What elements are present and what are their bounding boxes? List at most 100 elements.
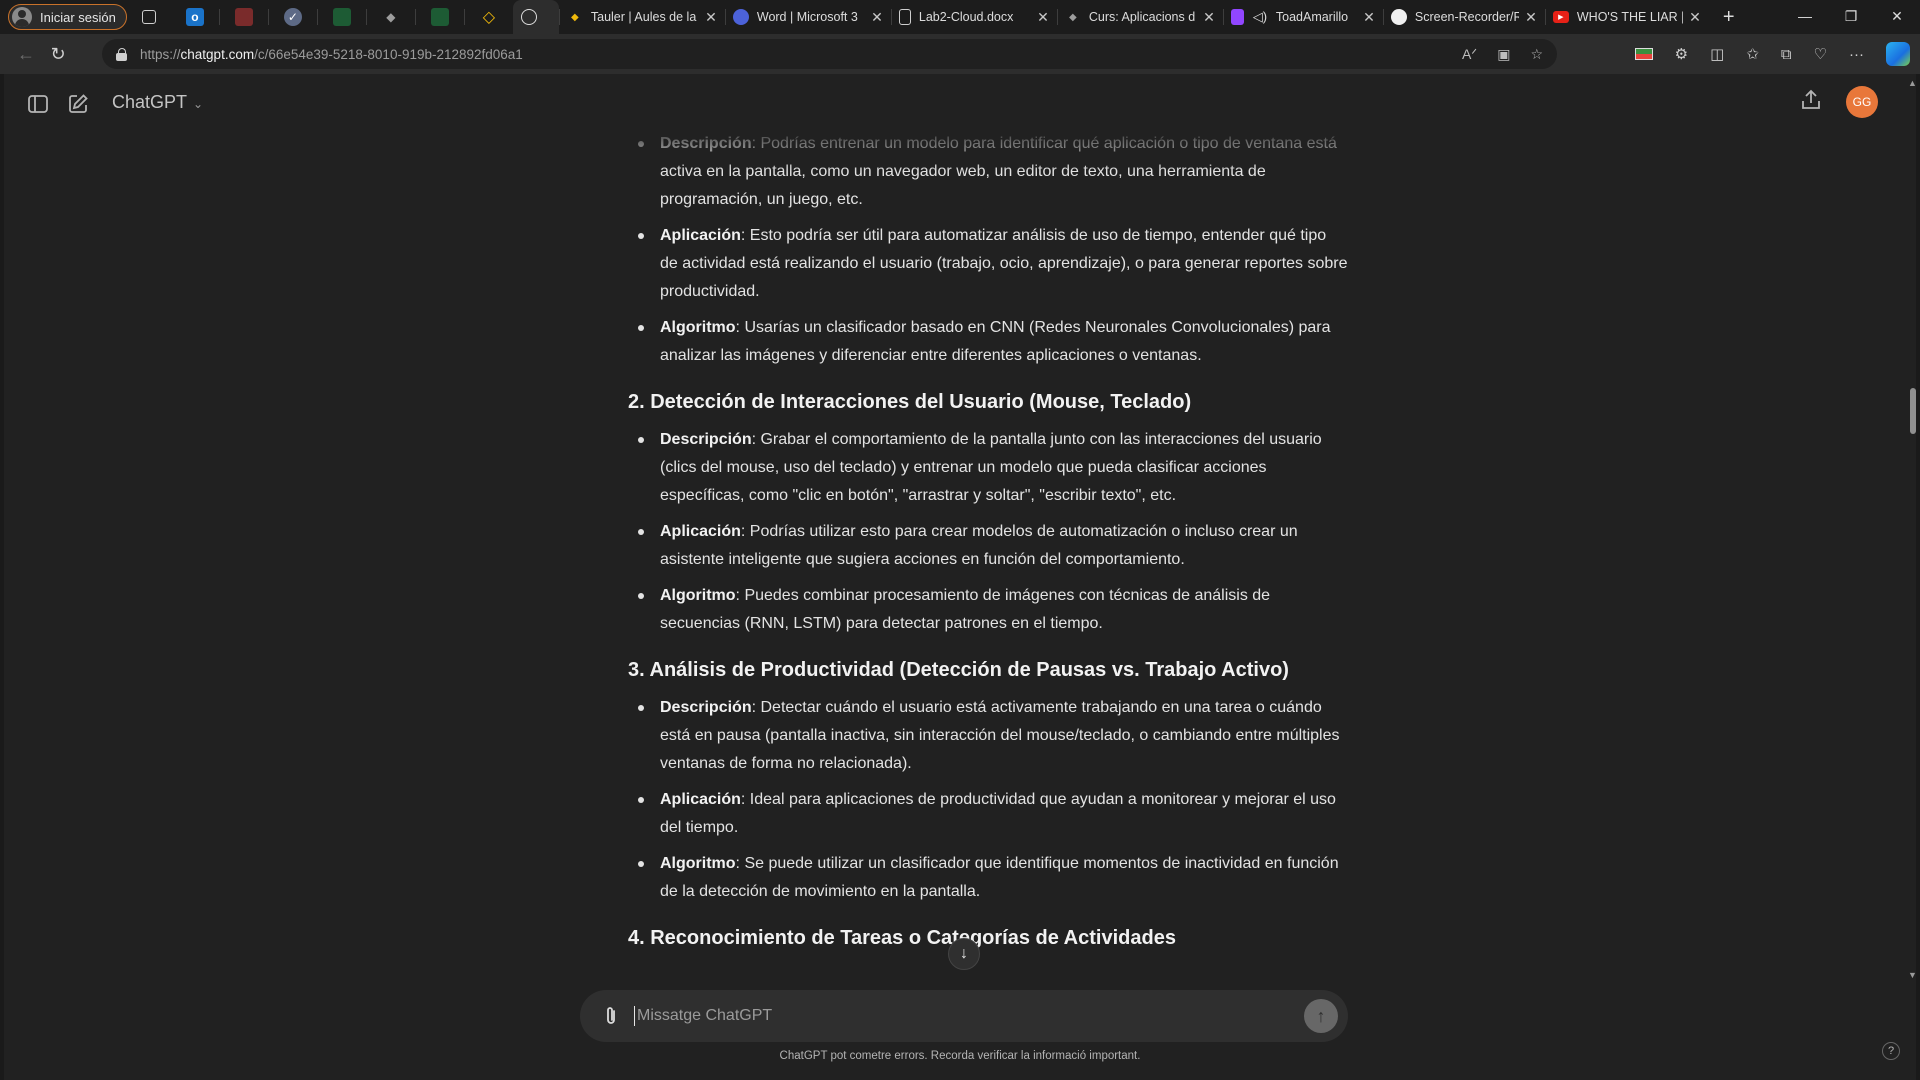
list-item: Aplicación: Ideal para aplicaciones de p… — [628, 786, 1348, 842]
disclaimer: ChatGPT pot cometre errors. Recorda veri… — [779, 1050, 1141, 1062]
page-scrollbar[interactable]: ▲ ▼ — [1906, 74, 1920, 984]
item-label: Descripción — [660, 431, 752, 448]
close-tab-icon[interactable]: ✕ — [1689, 9, 1701, 26]
url-prefix: https:// — [140, 46, 181, 62]
pinned-tab-diamond-icon[interactable]: ◆ — [382, 8, 400, 26]
pinned-tab-sheet-icon[interactable] — [332, 8, 351, 26]
split-screen-icon[interactable]: ◫ — [1710, 45, 1724, 63]
speaker-icon[interactable]: ◁) — [1252, 9, 1268, 25]
github-icon — [1390, 9, 1407, 25]
scroll-down-button[interactable]: ↓ — [948, 938, 980, 970]
more-options-icon[interactable]: ··· — [1849, 46, 1864, 63]
tab-2[interactable]: Word | Microsoft 3 ✕ — [724, 0, 891, 34]
item-text: : Podrías utilizar esto para crear model… — [660, 523, 1298, 568]
copilot-icon[interactable] — [1886, 42, 1910, 66]
list-item: Aplicación: Esto podría ser útil para au… — [628, 222, 1348, 306]
restore-icon[interactable]: ❐ — [1828, 0, 1874, 34]
send-button[interactable]: ↑ — [1304, 999, 1338, 1033]
workspaces-icon[interactable] — [141, 10, 156, 24]
item-label: Aplicación — [660, 227, 741, 244]
close-window-icon[interactable]: ✕ — [1874, 0, 1920, 34]
profile-label: Iniciar sesión — [40, 9, 116, 25]
outlook-icon[interactable]: o — [185, 8, 204, 26]
list-item: Algoritmo: Se puede utilizar un clasific… — [628, 850, 1348, 906]
tab-7[interactable]: ▶ WHO'S THE LIAR | ✕ — [1544, 0, 1709, 34]
close-tab-icon[interactable]: ✕ — [1525, 9, 1537, 26]
favorites-icon[interactable]: ✩ — [1746, 45, 1759, 63]
item-text: : Ideal para aplicaciones de productivid… — [660, 791, 1336, 836]
minimize-icon[interactable]: — — [1782, 0, 1828, 34]
tab-1[interactable]: ◆ Tauler | Aules de la ✕ — [558, 0, 725, 34]
item-label: Algoritmo — [660, 587, 736, 604]
item-label: Aplicación — [660, 523, 741, 540]
pinned-tab-check-icon[interactable]: ✓ — [283, 8, 302, 26]
close-tab-icon[interactable]: ✕ — [1203, 9, 1215, 26]
pinned-tab-red-icon[interactable] — [234, 8, 253, 26]
read-aloud-icon[interactable]: Aᐟ — [1462, 46, 1477, 63]
tab-5[interactable]: ◁) ToadAmarillo ✕ — [1222, 0, 1383, 34]
share-icon[interactable] — [1800, 88, 1826, 114]
extension-flag-icon[interactable] — [1634, 48, 1653, 60]
immersive-reader-icon[interactable]: ▣ — [1497, 46, 1510, 63]
url-path: /c/66e54e39-5218-8010-919b-212892fd06a1 — [254, 46, 523, 62]
favorite-star-icon[interactable]: ☆ — [1530, 46, 1543, 63]
item-text: : Detectar cuándo el usuario está activa… — [660, 699, 1340, 772]
scrollbar-thumb[interactable] — [1910, 388, 1916, 434]
message-composer[interactable]: Missatge ChatGPT ↑ — [580, 990, 1348, 1042]
item-label: Algoritmo — [660, 855, 736, 872]
model-selector[interactable]: ChatGPT ⌄ — [112, 92, 203, 113]
extensions-icon[interactable]: ⚙ — [1675, 45, 1688, 63]
tab-title: Curs: Aplicacions d — [1088, 10, 1196, 24]
list-item: Descripción: Grabar el comportamiento de… — [628, 426, 1348, 510]
sidebar-toggle-icon[interactable] — [24, 90, 52, 118]
address-bar[interactable]: https://chatgpt.com/c/66e54e39-5218-8010… — [102, 39, 1557, 69]
word-icon — [732, 9, 749, 25]
close-tab-icon[interactable]: ✕ — [1363, 9, 1375, 26]
section-list: Descripción: Podrías entrenar un modelo … — [628, 130, 1348, 370]
tab-4[interactable]: ◆ Curs: Aplicacions d ✕ — [1056, 0, 1223, 34]
scroll-up-arrow-icon[interactable]: ▲ — [1908, 78, 1917, 88]
chatgpt-page: ChatGPT ⌄ GG 1. Clasificación de Aplicaci… — [0, 74, 1920, 1080]
item-text: : Usarías un clasificador basado en CNN … — [660, 319, 1331, 364]
scroll-down-arrow-icon[interactable]: ▼ — [1908, 970, 1917, 980]
browser-essentials-icon[interactable]: ♡ — [1814, 45, 1827, 63]
close-tab-icon[interactable]: ✕ — [1037, 9, 1049, 26]
browser-tab-strip: Iniciar sesión o ✓ ◆ ◇ ◆ Tauler | Aules … — [0, 0, 1920, 34]
pinned-tab-binance-icon[interactable]: ◇ — [480, 8, 498, 26]
chevron-down-icon: ⌄ — [193, 97, 204, 111]
tab-3[interactable]: Lab2-Cloud.docx ✕ — [890, 0, 1057, 34]
tab-6[interactable]: Screen-Recorder/R ✕ — [1382, 0, 1545, 34]
tab-title: WHO'S THE LIAR | — [1576, 10, 1684, 24]
attach-icon[interactable] — [598, 1003, 624, 1029]
close-tab-icon[interactable]: ✕ — [705, 9, 717, 26]
close-tab-icon[interactable]: ✕ — [871, 9, 883, 26]
chatgpt-logo-icon — [520, 9, 537, 25]
section-heading: 2. Detección de Interacciones del Usuari… — [628, 391, 1192, 413]
diamond-icon: ◆ — [1069, 11, 1077, 23]
pinned-tabs: o ✓ ◆ ◇ — [127, 0, 513, 34]
item-text: : Puedes combinar procesamiento de imáge… — [660, 587, 1271, 632]
item-label: Descripción — [660, 135, 752, 152]
list-item: Descripción: Detectar cuándo el usuario … — [628, 694, 1348, 778]
section-heading: 3. Análisis de Productividad (Detección … — [628, 659, 1289, 681]
profile-icon — [12, 7, 32, 27]
profile-button[interactable]: Iniciar sesión — [8, 4, 127, 30]
tab-title: Lab2-Cloud.docx — [918, 10, 1014, 24]
twitch-icon — [1230, 9, 1244, 25]
item-text: : Podrías entrenar un modelo para identi… — [660, 135, 1337, 208]
help-icon[interactable]: ? — [1882, 1042, 1900, 1060]
refresh-icon[interactable]: ↻ — [44, 40, 72, 68]
lock-icon — [116, 47, 128, 61]
message-input[interactable]: Missatge ChatGPT — [634, 1006, 772, 1026]
pinned-tab-sheet2-icon[interactable] — [430, 8, 449, 26]
tab-title: Word | Microsoft 3 — [756, 10, 858, 24]
section-list: Descripción: Grabar el comportamiento de… — [628, 426, 1348, 638]
item-label: Algoritmo — [660, 319, 736, 336]
collections-icon[interactable]: ⧉ — [1781, 46, 1792, 63]
tab-chatgpt[interactable] — [512, 0, 559, 34]
new-chat-icon[interactable] — [64, 90, 92, 118]
back-icon[interactable]: ← — [12, 40, 40, 68]
user-avatar[interactable]: GG — [1846, 86, 1878, 118]
new-tab-icon[interactable]: + — [1723, 6, 1735, 29]
url-host: chatgpt.com — [180, 46, 255, 62]
